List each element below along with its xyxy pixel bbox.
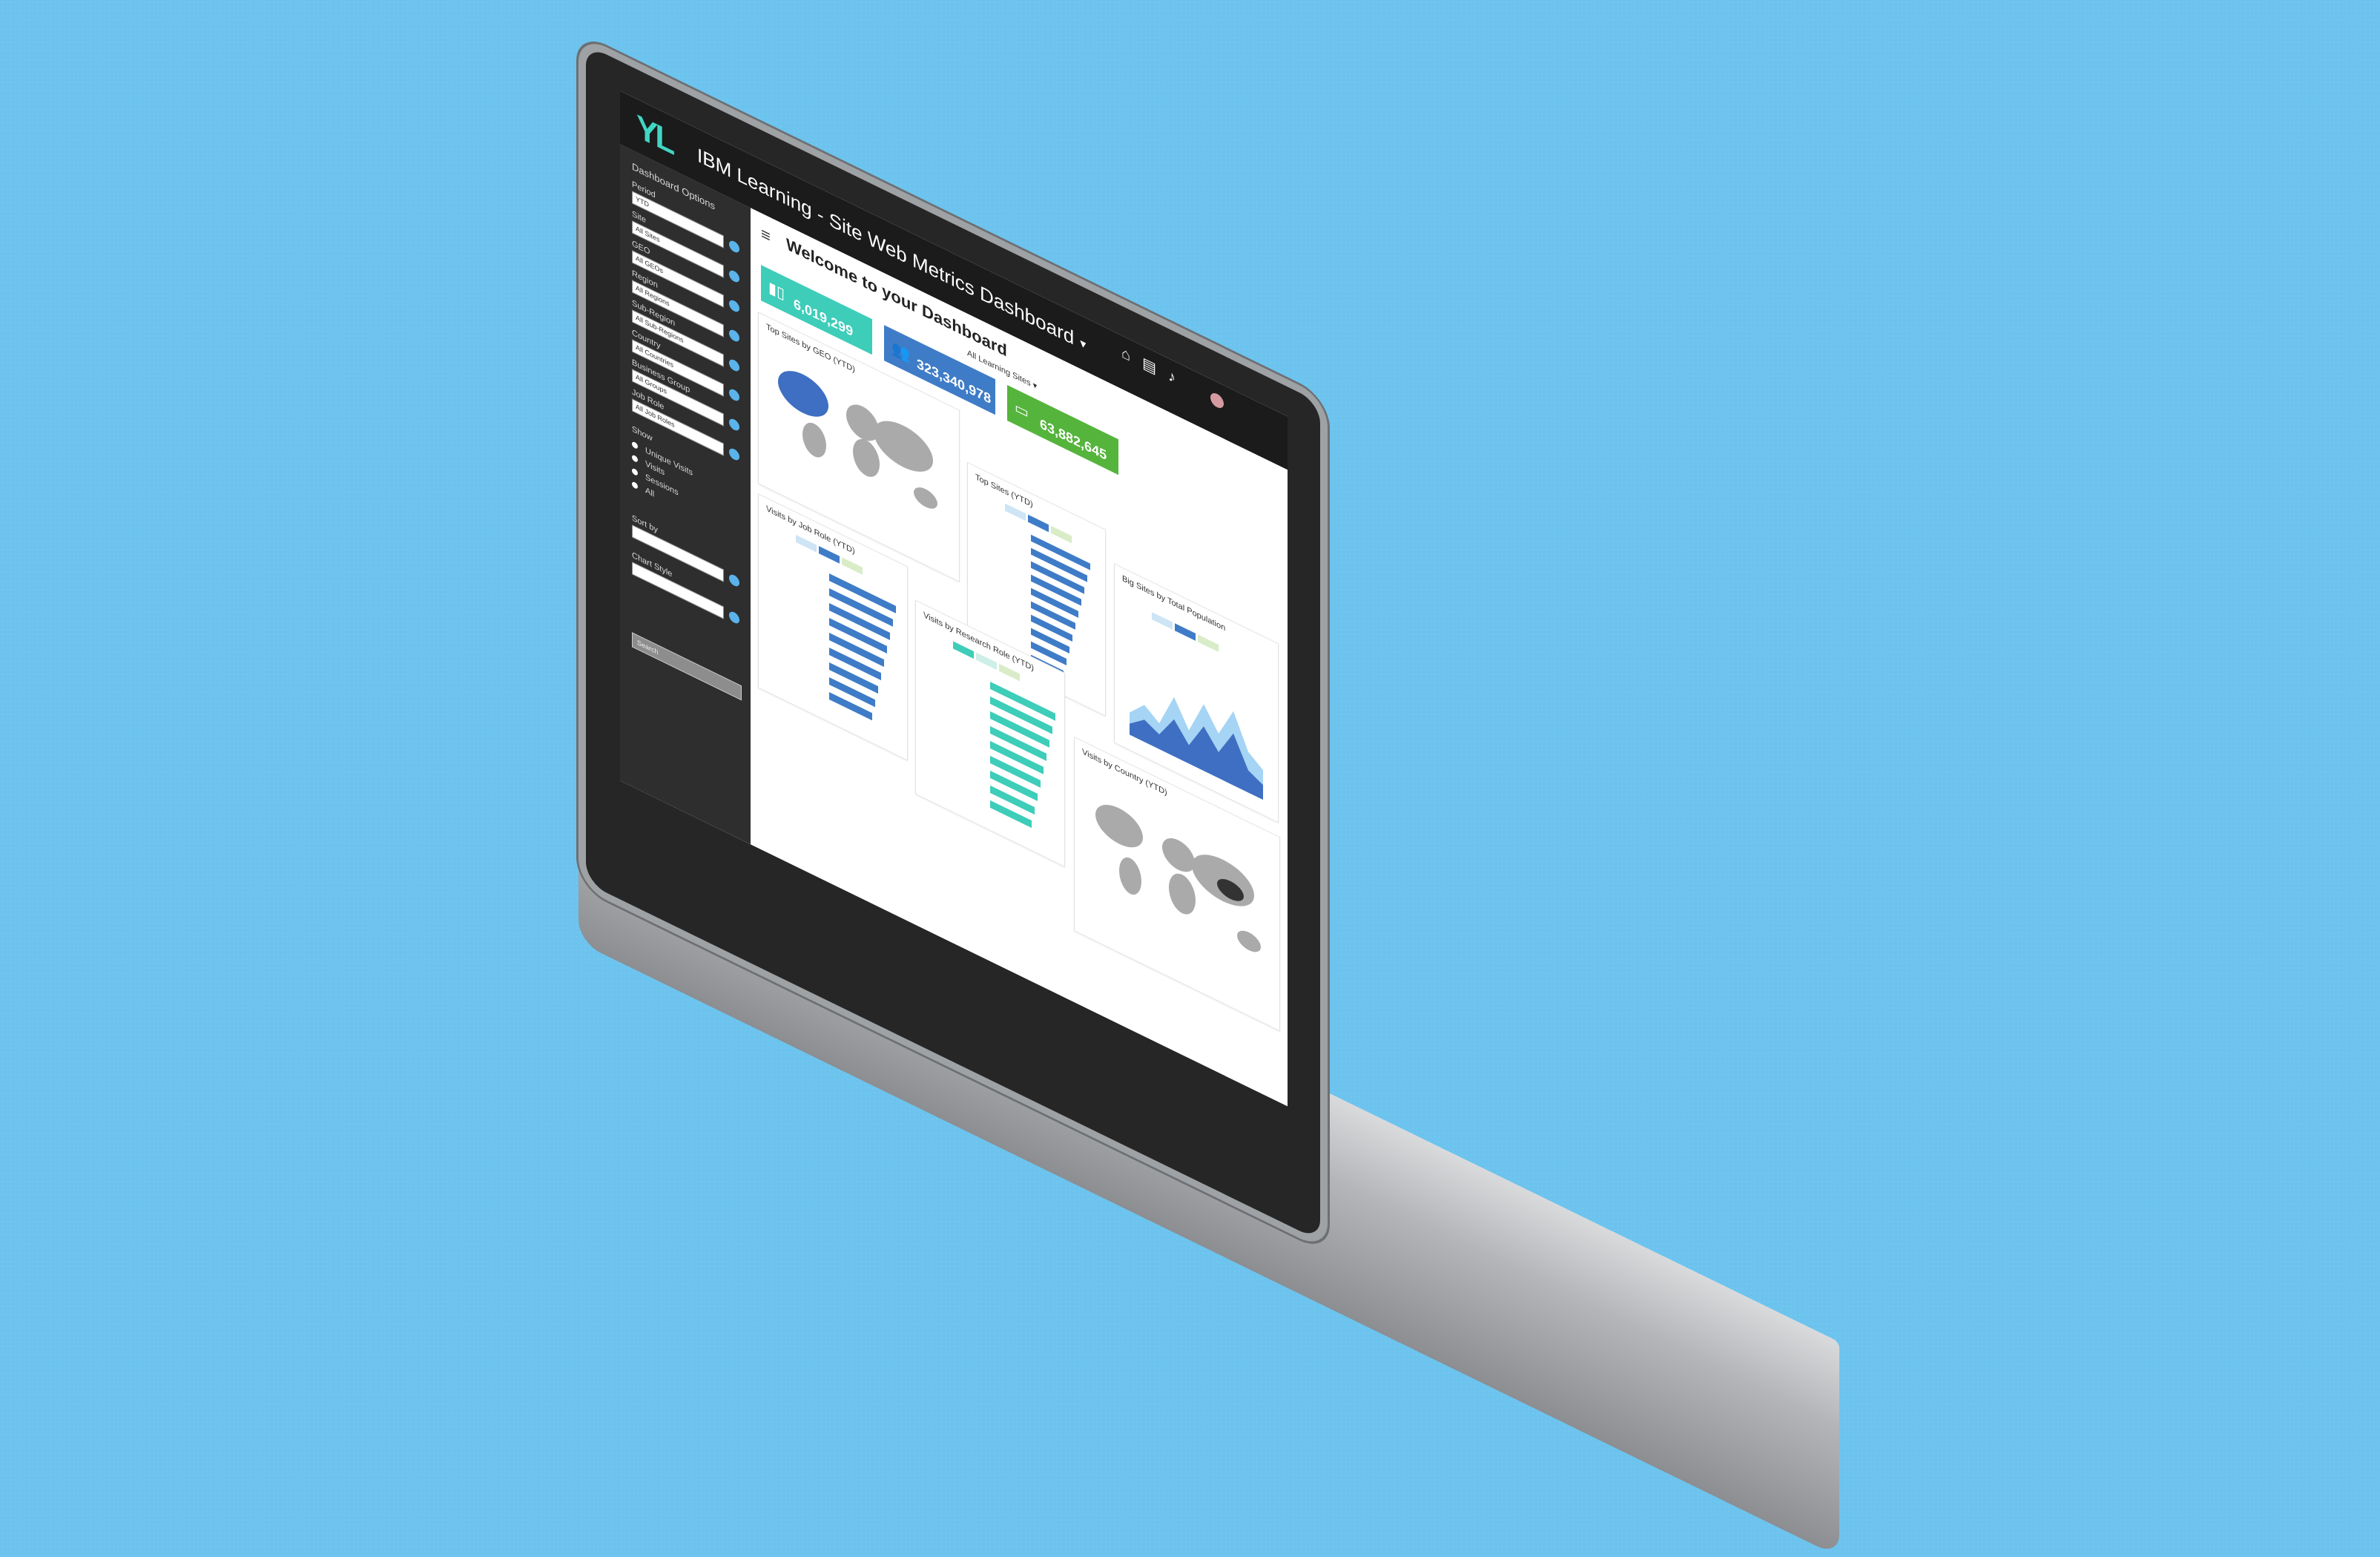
bell-icon[interactable]: ♪: [1168, 367, 1176, 387]
chevron-down-icon: ▾: [1080, 337, 1087, 352]
app-logo[interactable]: YL: [636, 108, 672, 162]
sidebar-search-input[interactable]: Search: [632, 632, 742, 701]
monitor-icon: ▭: [1015, 398, 1029, 423]
tab[interactable]: [842, 557, 863, 575]
radio-label: Unique Visits: [645, 446, 693, 478]
world-map-icon: [1095, 805, 1261, 952]
chevron-down-icon: ▾: [1032, 380, 1038, 392]
radio-icon: [632, 454, 638, 464]
laptop-mockup: YL IBM Learning - Site Web Metrics Dashb…: [0, 0, 2380, 1557]
card-title: Top Sites (YTD): [975, 473, 1033, 510]
tab[interactable]: [819, 546, 840, 564]
tab[interactable]: [1175, 623, 1196, 641]
hamburger-menu-icon[interactable]: ≡: [761, 223, 771, 247]
home-icon[interactable]: ⌂: [1121, 344, 1130, 365]
research-role-bar-chart: [990, 681, 1055, 829]
tab[interactable]: [796, 535, 817, 553]
tab[interactable]: [1005, 503, 1026, 521]
tab[interactable]: [953, 641, 974, 659]
main-content: ≡ Welcome to your Dashboard All Learning…: [751, 208, 1288, 1107]
radio-label: All: [645, 486, 655, 499]
job-role-bar-chart: [829, 573, 896, 721]
laptop-lid: YL IBM Learning - Site Web Metrics Dashb…: [586, 45, 1320, 1241]
tab[interactable]: [1152, 612, 1173, 630]
kpi-value: 63,882,645: [1040, 415, 1107, 464]
tab[interactable]: [1051, 525, 1072, 544]
users-icon: 👥: [891, 338, 910, 365]
tab[interactable]: [1028, 514, 1049, 533]
radio-icon: [632, 467, 638, 477]
kpi-card-sessions[interactable]: ▭ 63,882,645: [1007, 385, 1118, 475]
tab[interactable]: [1198, 634, 1219, 653]
radio-icon: [632, 481, 638, 490]
battery-icon: ▮▯: [768, 278, 785, 303]
tab[interactable]: [976, 652, 997, 671]
tab[interactable]: [999, 663, 1020, 682]
sidebar: Dashboard Options Period YTD Site All Si…: [620, 144, 751, 845]
radio-icon: [632, 441, 638, 450]
